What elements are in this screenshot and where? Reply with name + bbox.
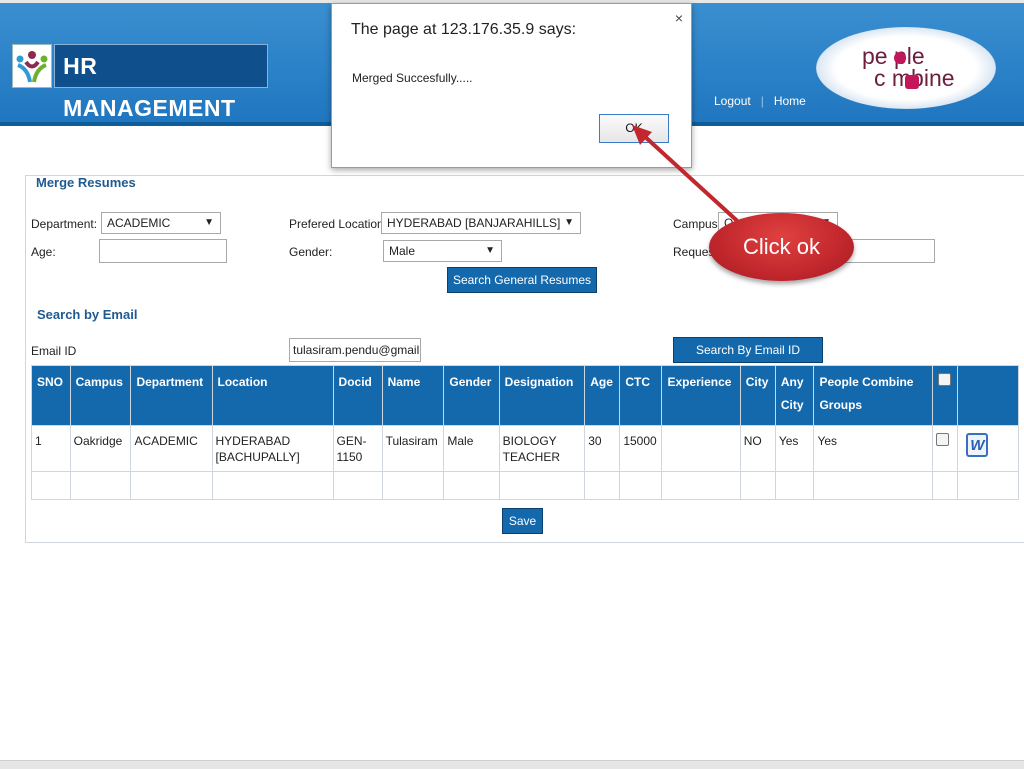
annotation-arrow-icon	[632, 125, 747, 230]
annotation-callout: Click ok	[709, 213, 854, 281]
